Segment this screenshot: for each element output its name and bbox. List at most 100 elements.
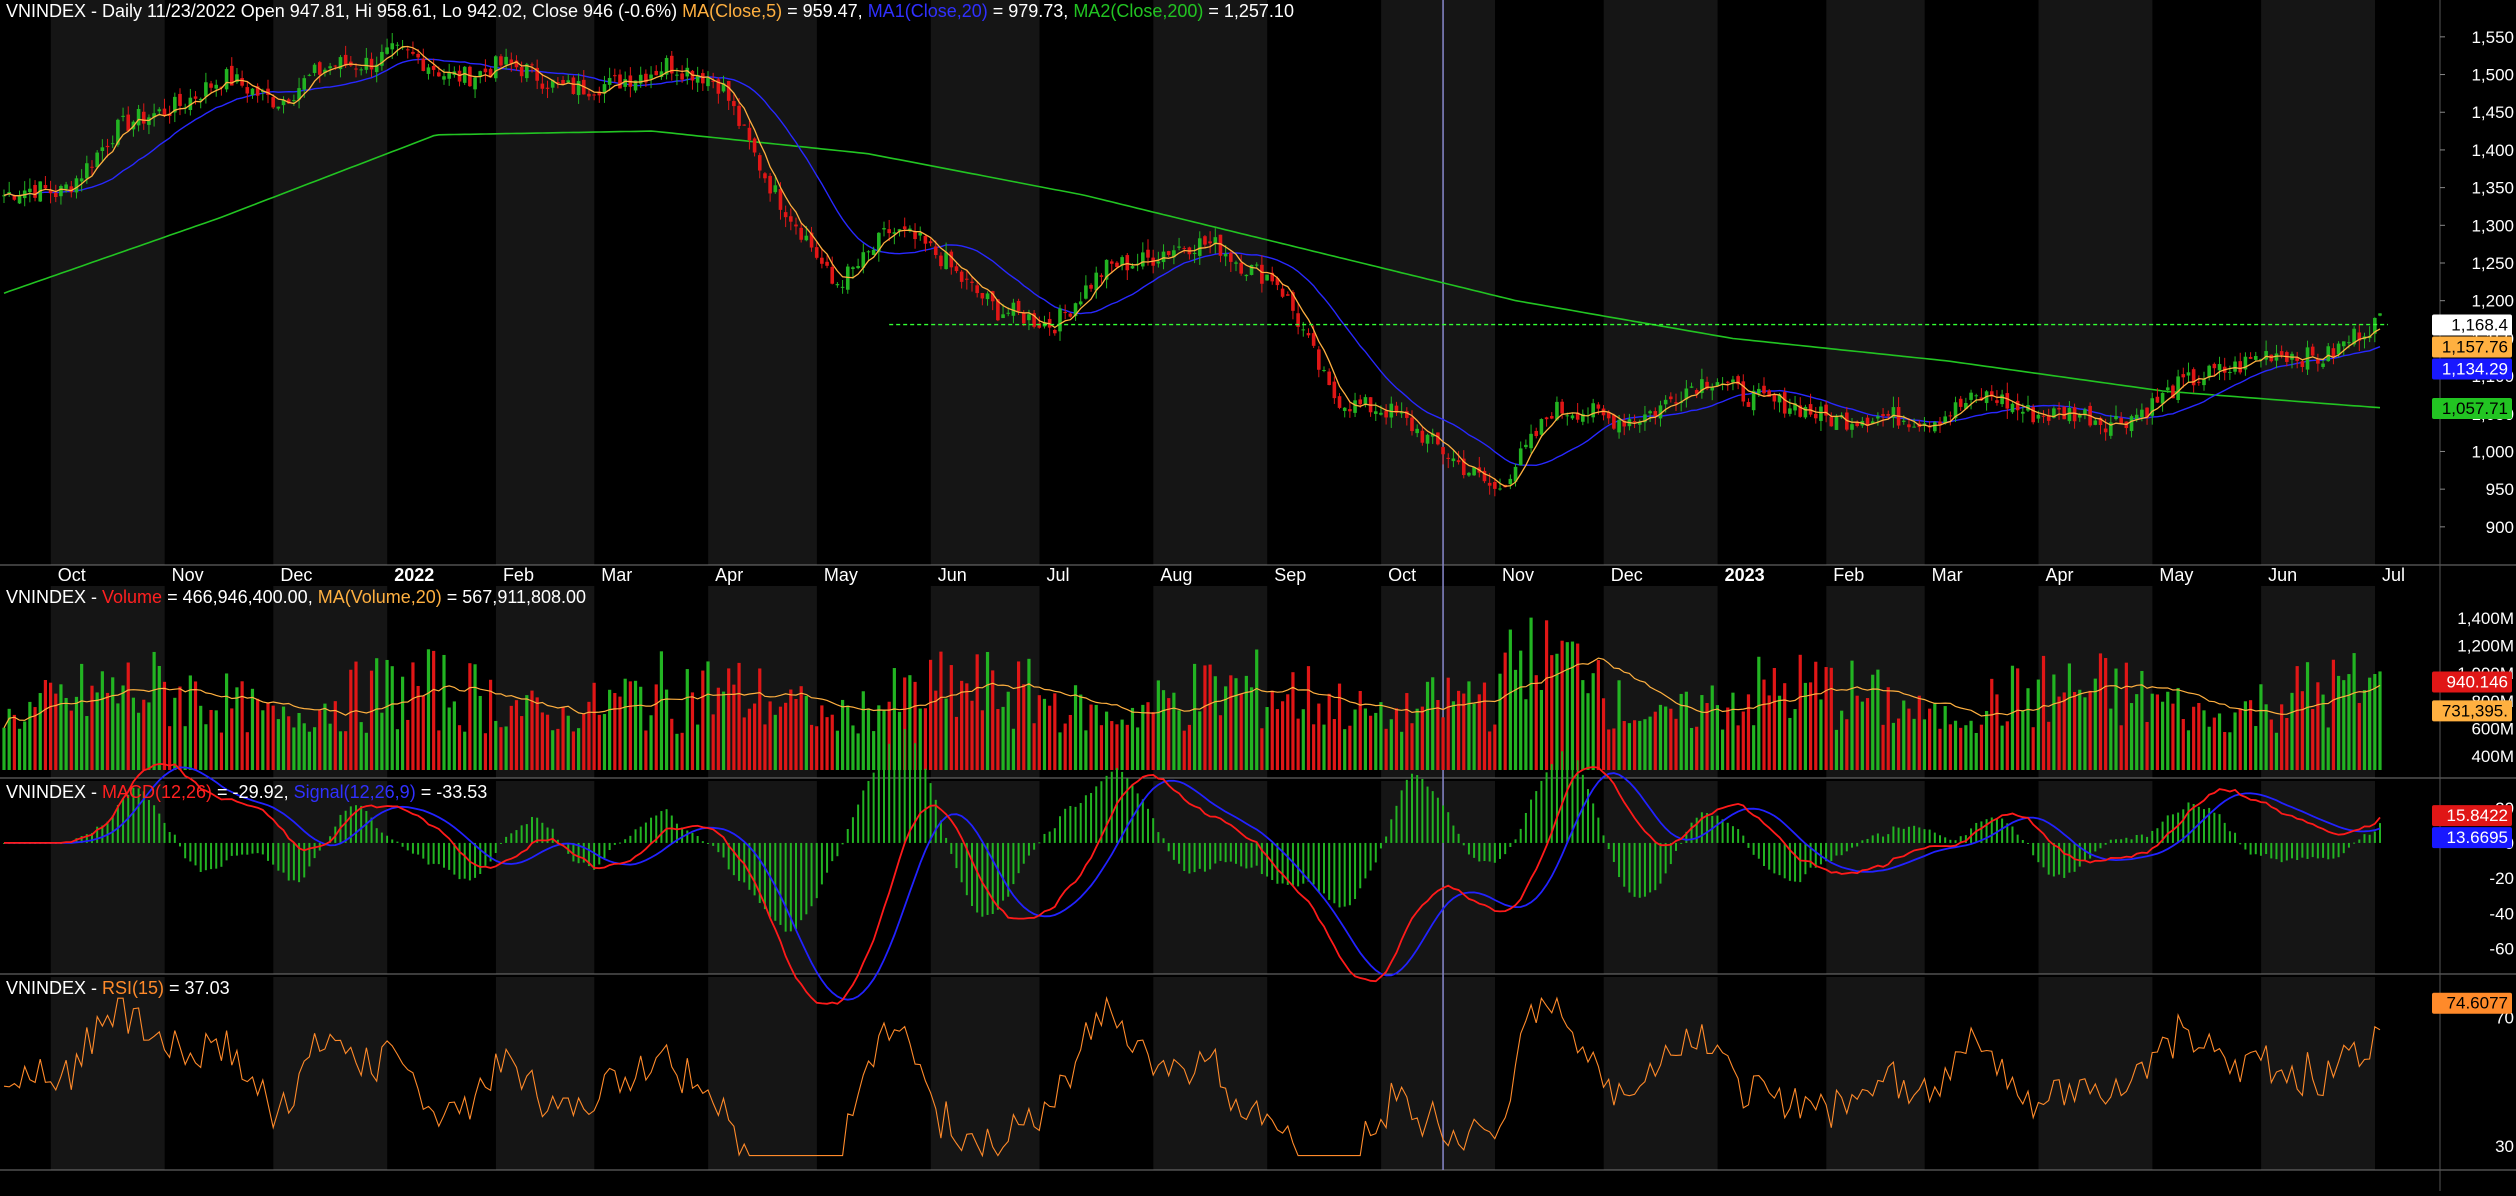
candle-body[interactable] bbox=[328, 66, 332, 69]
volume-bar[interactable] bbox=[2104, 658, 2108, 770]
candle-body[interactable] bbox=[680, 73, 684, 80]
candle-body[interactable] bbox=[1819, 406, 1823, 422]
volume-bar[interactable] bbox=[224, 673, 229, 770]
candle-body[interactable] bbox=[2005, 393, 2010, 409]
candle-body[interactable] bbox=[1192, 252, 1197, 254]
volume-bar[interactable] bbox=[954, 716, 959, 770]
volume-bar[interactable] bbox=[711, 714, 715, 770]
candle-body[interactable] bbox=[33, 184, 37, 198]
volume-bar[interactable] bbox=[1741, 711, 1745, 770]
candle-body[interactable] bbox=[701, 73, 705, 84]
candle-body[interactable] bbox=[1353, 400, 1357, 413]
volume-bar[interactable] bbox=[1705, 703, 1709, 770]
candle-body[interactable] bbox=[1565, 415, 1570, 417]
candle-body[interactable] bbox=[276, 106, 281, 109]
volume-bar[interactable] bbox=[2274, 732, 2279, 770]
candle-body[interactable] bbox=[1669, 396, 1673, 400]
candle-body[interactable] bbox=[364, 57, 369, 70]
volume-bar[interactable] bbox=[142, 699, 146, 770]
candle-body[interactable] bbox=[1311, 333, 1316, 346]
volume-bar[interactable] bbox=[1891, 722, 1896, 770]
volume-bar[interactable] bbox=[1731, 692, 1735, 770]
candle-body[interactable] bbox=[1570, 415, 1575, 419]
volume-bar[interactable] bbox=[1477, 694, 1481, 770]
candle-body[interactable] bbox=[141, 111, 146, 124]
volume-bar[interactable] bbox=[732, 684, 736, 770]
candle-body[interactable] bbox=[726, 81, 731, 101]
volume-bar[interactable] bbox=[1746, 694, 1751, 770]
volume-bar[interactable] bbox=[1969, 720, 1973, 770]
volume-bar[interactable] bbox=[1896, 718, 1901, 770]
candle-body[interactable] bbox=[623, 79, 627, 87]
volume-bar[interactable] bbox=[1513, 669, 1518, 770]
volume-bar[interactable] bbox=[43, 680, 48, 770]
candle-body[interactable] bbox=[1741, 381, 1746, 402]
volume-bar[interactable] bbox=[1498, 673, 1502, 770]
candle-body[interactable] bbox=[1109, 261, 1114, 264]
candle-body[interactable] bbox=[1125, 255, 1130, 271]
volume-bar[interactable] bbox=[1669, 708, 1673, 770]
volume-bar[interactable] bbox=[1684, 691, 1688, 770]
candle-body[interactable] bbox=[2336, 343, 2341, 355]
volume-bar[interactable] bbox=[1607, 729, 1611, 770]
volume-bar[interactable] bbox=[2109, 708, 2113, 770]
volume-bar[interactable] bbox=[1539, 689, 1544, 770]
candle-body[interactable] bbox=[866, 251, 871, 253]
candle-body[interactable] bbox=[1731, 379, 1735, 383]
volume-bar[interactable] bbox=[437, 730, 441, 770]
volume-bar[interactable] bbox=[2347, 674, 2351, 770]
volume-bar[interactable] bbox=[64, 697, 68, 770]
candle-body[interactable] bbox=[483, 68, 488, 73]
volume-bar[interactable] bbox=[1234, 678, 1238, 770]
volume-bar[interactable] bbox=[1306, 666, 1311, 770]
volume-bar[interactable] bbox=[1451, 701, 1456, 770]
volume-bar[interactable] bbox=[1793, 709, 1797, 770]
volume-bar[interactable] bbox=[2171, 703, 2175, 770]
volume-bar[interactable] bbox=[307, 731, 312, 770]
volume-bar[interactable] bbox=[778, 706, 783, 770]
candle-body[interactable] bbox=[778, 189, 783, 210]
volume-bar[interactable] bbox=[95, 692, 99, 770]
volume-bar[interactable] bbox=[1576, 643, 1580, 770]
candle-body[interactable] bbox=[312, 64, 317, 73]
chart-stage[interactable]: 9009501,0001,0501,1001,1501,2001,2501,30… bbox=[0, 0, 2516, 1191]
candle-body[interactable] bbox=[571, 77, 576, 94]
candle-body[interactable] bbox=[2129, 416, 2134, 432]
volume-bar[interactable] bbox=[1229, 675, 1233, 770]
volume-bar[interactable] bbox=[1798, 654, 1802, 770]
volume-bar[interactable] bbox=[1218, 715, 1223, 770]
candle-body[interactable] bbox=[1689, 386, 1694, 388]
volume-bar[interactable] bbox=[1964, 725, 1968, 770]
candle-body[interactable] bbox=[1508, 478, 1513, 485]
candle-body[interactable] bbox=[1725, 381, 1730, 383]
volume-bar[interactable] bbox=[1249, 687, 1254, 770]
volume-bar[interactable] bbox=[266, 702, 270, 770]
volume-bar[interactable] bbox=[183, 726, 187, 770]
volume-bar[interactable] bbox=[851, 725, 855, 770]
candle-body[interactable] bbox=[2207, 365, 2211, 377]
candle-body[interactable] bbox=[1425, 434, 1430, 444]
volume-bar[interactable] bbox=[136, 712, 141, 770]
candle-body[interactable] bbox=[224, 69, 229, 90]
volume-bar[interactable] bbox=[649, 715, 653, 770]
candle-body[interactable] bbox=[271, 97, 275, 108]
candle-body[interactable] bbox=[1974, 395, 1979, 397]
volume-bar[interactable] bbox=[1953, 720, 1958, 770]
candle-body[interactable] bbox=[1498, 488, 1502, 490]
candle-body[interactable] bbox=[1146, 249, 1150, 258]
candle-body[interactable] bbox=[2000, 394, 2004, 405]
candle-body[interactable] bbox=[1197, 238, 1202, 256]
candle-body[interactable] bbox=[1254, 264, 1259, 266]
volume-bar[interactable] bbox=[230, 708, 234, 770]
volume-bar[interactable] bbox=[804, 695, 808, 770]
volume-bar[interactable] bbox=[359, 722, 363, 770]
volume-bar[interactable] bbox=[1581, 680, 1585, 770]
volume-bar[interactable] bbox=[1570, 641, 1575, 770]
volume-bar[interactable] bbox=[789, 689, 793, 770]
volume-bar[interactable] bbox=[856, 733, 860, 770]
volume-bar[interactable] bbox=[763, 724, 767, 770]
volume-bar[interactable] bbox=[1104, 711, 1109, 770]
candle-body[interactable] bbox=[2197, 381, 2201, 383]
volume-bar[interactable] bbox=[2005, 721, 2009, 770]
candle-body[interactable] bbox=[814, 247, 819, 258]
